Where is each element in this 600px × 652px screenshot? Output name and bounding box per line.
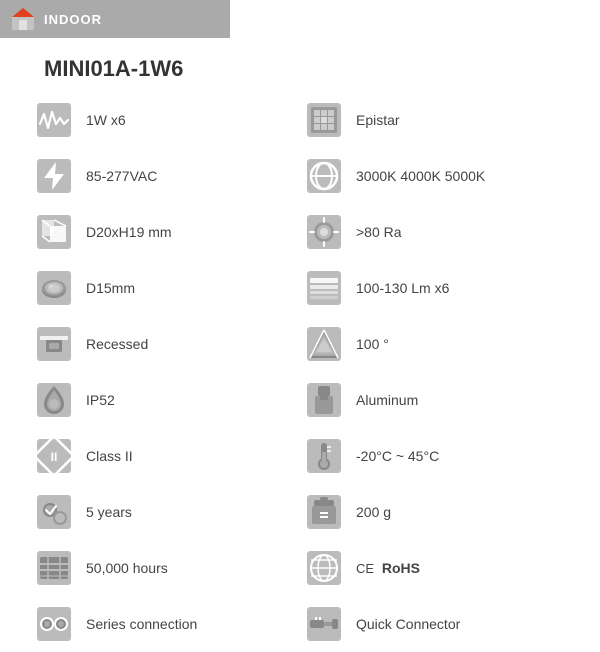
waveform-icon — [34, 100, 74, 140]
spec-connection-text: Series connection — [86, 616, 197, 632]
spec-beam: 100 ° — [300, 316, 570, 372]
spec-cert: CE RoHS — [300, 540, 570, 596]
spec-dimensions-text: D20xH19 mm — [86, 224, 172, 240]
lumen-icon — [304, 268, 344, 308]
spec-cct-text: 3000K 4000K 5000K — [356, 168, 485, 184]
spec-led: Epistar — [300, 92, 570, 148]
spec-ip-text: IP52 — [86, 392, 115, 408]
spec-lifetime-text: 50,000 hours — [86, 560, 168, 576]
spec-class-text: Class II — [86, 448, 133, 464]
hours-icon — [34, 548, 74, 588]
spec-material-text: Aluminum — [356, 392, 418, 408]
connector-icon — [304, 604, 344, 644]
product-title: MINI01A-1W6 — [44, 56, 600, 82]
spec-cct: 3000K 4000K 5000K — [300, 148, 570, 204]
spec-cri-text: >80 Ra — [356, 224, 402, 240]
spec-connection: Series connection — [30, 596, 300, 652]
spec-lens-text: D15mm — [86, 280, 135, 296]
spec-voltage-text: 85-277VAC — [86, 168, 157, 184]
temp-icon — [304, 436, 344, 476]
class2-icon: II — [34, 436, 74, 476]
spec-lumen-text: 100-130 Lm x6 — [356, 280, 449, 296]
dimension-icon — [34, 212, 74, 252]
warranty-icon — [34, 492, 74, 532]
spec-led-text: Epistar — [356, 112, 400, 128]
led-chip-icon — [304, 100, 344, 140]
spec-dimensions: D20xH19 mm — [30, 204, 300, 260]
spec-voltage: 85-277VAC — [30, 148, 300, 204]
spec-temp-text: -20°C ~ 45°C — [356, 448, 439, 464]
lens-icon — [34, 268, 74, 308]
spec-warranty-text: 5 years — [86, 504, 132, 520]
specs-grid: 1W x6 Epistar — [0, 92, 600, 652]
series-icon — [34, 604, 74, 644]
recessed-icon — [34, 324, 74, 364]
header-bar: INDOOR — [0, 0, 230, 38]
spec-power-text: 1W x6 — [86, 112, 126, 128]
spec-temp: -20°C ~ 45°C — [300, 428, 570, 484]
cct-icon — [304, 156, 344, 196]
house-icon — [10, 6, 36, 32]
bolt-icon — [34, 156, 74, 196]
spec-weight-text: 200 g — [356, 504, 391, 520]
material-icon — [304, 380, 344, 420]
cri-icon — [304, 212, 344, 252]
spec-mounting-text: Recessed — [86, 336, 148, 352]
spec-beam-text: 100 ° — [356, 336, 389, 352]
spec-lens: D15mm — [30, 260, 300, 316]
ip-icon — [34, 380, 74, 420]
spec-cert-text: CE RoHS — [356, 560, 420, 576]
beam-icon — [304, 324, 344, 364]
weight-icon — [304, 492, 344, 532]
spec-mounting: Recessed — [30, 316, 300, 372]
spec-warranty: 5 years — [30, 484, 300, 540]
svg-text:II: II — [51, 450, 58, 464]
spec-connector: Quick Connector — [300, 596, 570, 652]
spec-class: II Class II — [30, 428, 300, 484]
spec-power: 1W x6 — [30, 92, 300, 148]
header-label: INDOOR — [44, 12, 102, 27]
spec-connector-text: Quick Connector — [356, 616, 460, 632]
spec-weight: 200 g — [300, 484, 570, 540]
cert-icon — [304, 548, 344, 588]
spec-material: Aluminum — [300, 372, 570, 428]
spec-cri: >80 Ra — [300, 204, 570, 260]
spec-ip: IP52 — [30, 372, 300, 428]
spec-lifetime: 50,000 hours — [30, 540, 300, 596]
spec-lumen: 100-130 Lm x6 — [300, 260, 570, 316]
